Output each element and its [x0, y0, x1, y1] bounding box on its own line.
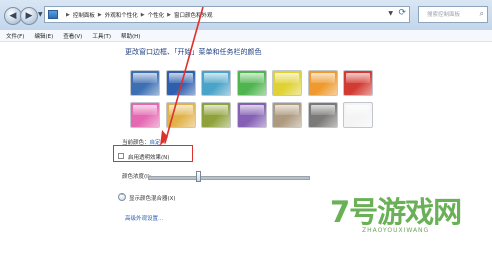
arrow-line	[164, 6, 204, 144]
watermark-text: 7号游戏网	[330, 195, 462, 229]
watermark: 7号游戏网 ZHAOYOUXIWANG	[330, 185, 480, 245]
arrow-head	[160, 130, 168, 146]
watermark-subtext: ZHAOYOUXIWANG	[362, 227, 430, 234]
